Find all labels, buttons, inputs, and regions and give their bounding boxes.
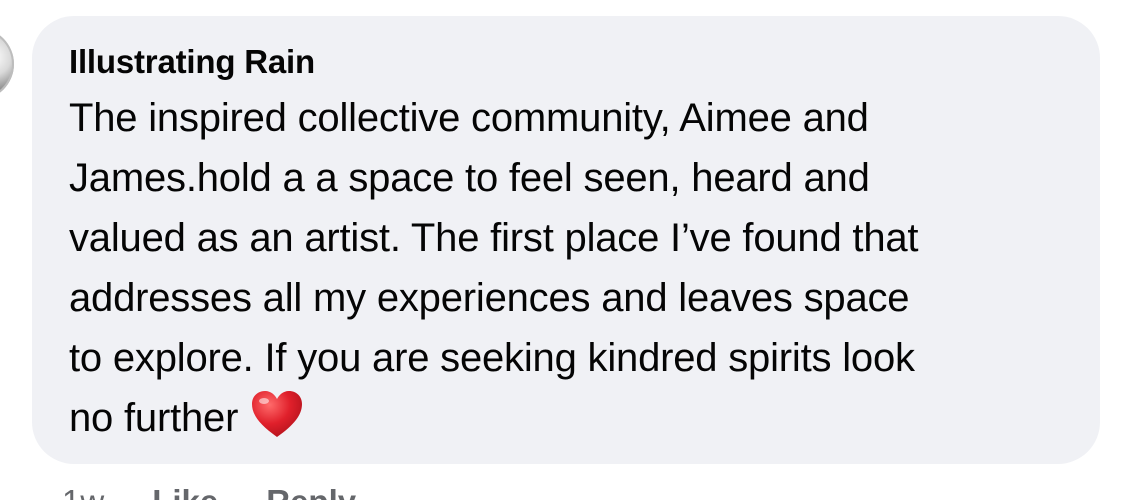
like-button[interactable]: Like	[152, 482, 218, 500]
comment-bubble: Illustrating Rain The inspired collectiv…	[32, 16, 1100, 464]
comment-thread: Illustrating Rain The inspired collectiv…	[0, 0, 1147, 500]
comment-author[interactable]: Illustrating Rain	[69, 42, 1064, 82]
comment-actions: 1w Like Reply	[62, 482, 356, 500]
heart-icon	[250, 389, 304, 439]
comment-timestamp[interactable]: 1w	[62, 482, 104, 500]
comment-body: The inspired collective community, Aimee…	[69, 88, 1064, 448]
avatar[interactable]	[0, 28, 14, 100]
comment-text: The inspired collective community, Aimee…	[69, 96, 919, 440]
reply-button[interactable]: Reply	[266, 482, 356, 500]
